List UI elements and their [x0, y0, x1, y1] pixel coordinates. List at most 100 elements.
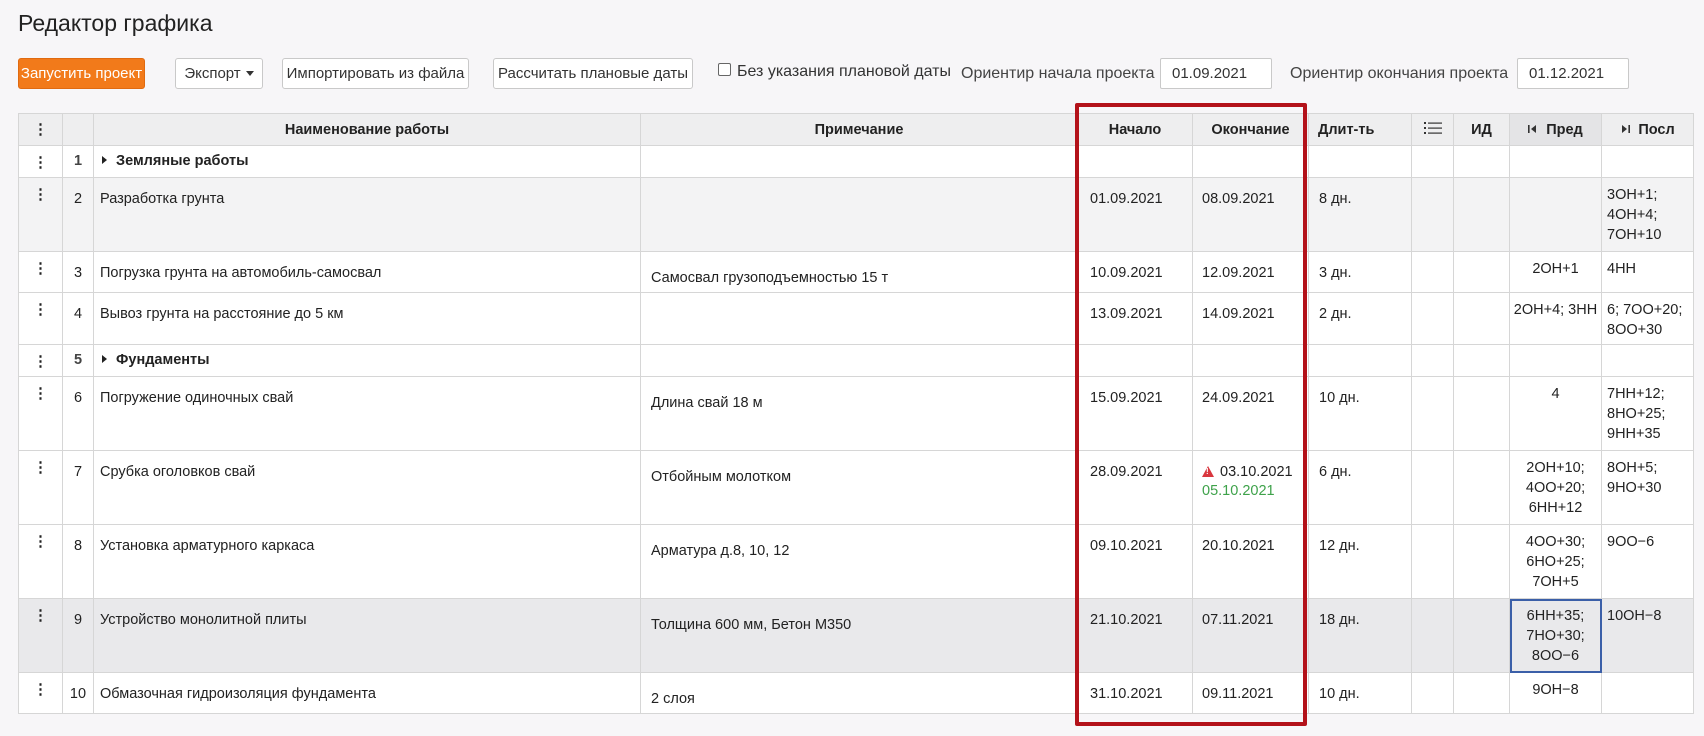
task-end[interactable]: 12.09.2021: [1192, 251, 1309, 293]
predecessor-link[interactable]: 6НН+12: [1510, 498, 1601, 518]
predecessor-link[interactable]: 4ОО+30;: [1510, 532, 1601, 552]
no-plan-date-checkbox[interactable]: [718, 62, 731, 76]
task-duration[interactable]: 8 дн.: [1308, 177, 1412, 252]
row-menu-icon[interactable]: ⋮: [18, 376, 63, 451]
table-row[interactable]: ⋮ 3 Погрузка грунта на автомобиль-самосвал…: [18, 251, 1694, 293]
task-start[interactable]: 01.09.2021: [1077, 177, 1193, 252]
task-id[interactable]: [1453, 145, 1510, 178]
task-successors[interactable]: [1601, 672, 1694, 714]
task-list-cell[interactable]: [1411, 292, 1454, 345]
task-end[interactable]: 07.11.2021: [1192, 598, 1309, 673]
task-successors[interactable]: [1601, 344, 1694, 377]
row-menu-icon[interactable]: ⋮: [18, 450, 63, 525]
table-row[interactable]: ⋮ 4 Вывоз грунта на расстояние до 5 км 13.0…: [18, 292, 1694, 345]
task-note[interactable]: 2 слоя: [640, 672, 1078, 714]
import-file-button[interactable]: Импортировать из файла: [282, 58, 469, 89]
task-successors[interactable]: 4НН: [1601, 251, 1694, 293]
task-start[interactable]: [1077, 145, 1193, 178]
no-plan-date-toggle[interactable]: Без указания плановой даты: [718, 62, 951, 81]
task-id[interactable]: [1453, 292, 1510, 345]
predecessor-link[interactable]: 8ОО−6: [1510, 646, 1601, 666]
task-start[interactable]: 31.10.2021: [1077, 672, 1193, 714]
task-end[interactable]: [1192, 145, 1309, 178]
task-name[interactable]: Устройство монолитной плиты: [93, 598, 641, 673]
header-name[interactable]: Наименование работы: [93, 113, 641, 146]
task-end[interactable]: 03.10.2021 05.10.2021: [1192, 450, 1309, 525]
calc-plan-dates-button[interactable]: Рассчитать плановые даты: [493, 58, 693, 89]
task-predecessors[interactable]: 2ОН+10; 4ОО+20; 6НН+12: [1509, 450, 1602, 525]
task-successors[interactable]: 7НН+12; 8НО+25; 9НН+35: [1601, 376, 1694, 451]
task-list-cell[interactable]: [1411, 672, 1454, 714]
header-start[interactable]: Начало: [1077, 113, 1193, 146]
task-predecessors[interactable]: 6НН+35; 7НО+30; 8ОО−6: [1509, 598, 1602, 673]
task-note[interactable]: [640, 177, 1078, 252]
task-name[interactable]: Срубка оголовков свай: [93, 450, 641, 525]
predecessor-link[interactable]: 2ОН+4; 3НН: [1510, 300, 1601, 320]
task-name[interactable]: Фундаменты: [93, 344, 641, 377]
task-successors[interactable]: 8ОН+5; 9НО+30: [1601, 450, 1694, 525]
predecessor-link[interactable]: 7ОН+5: [1510, 572, 1601, 592]
table-row[interactable]: ⋮ 6 Погружение одиночных свай Длина свай 18…: [18, 376, 1694, 451]
task-id[interactable]: [1453, 672, 1510, 714]
row-menu-icon[interactable]: ⋮: [18, 524, 63, 599]
task-note[interactable]: [640, 292, 1078, 345]
task-predecessors[interactable]: [1509, 177, 1602, 252]
task-id[interactable]: [1453, 251, 1510, 293]
task-predecessors[interactable]: 2ОН+1: [1509, 251, 1602, 293]
predecessor-link[interactable]: 6НО+25;: [1510, 552, 1601, 572]
task-name[interactable]: Погрузка грунта на автомобиль-самосвал: [93, 251, 641, 293]
row-menu-icon[interactable]: ⋮: [18, 145, 63, 178]
task-duration[interactable]: 10 дн.: [1308, 376, 1412, 451]
task-note[interactable]: [640, 145, 1078, 178]
task-name[interactable]: Обмазочная гидроизоляция фундамента: [93, 672, 641, 714]
task-end[interactable]: 24.09.2021: [1192, 376, 1309, 451]
task-list-cell[interactable]: [1411, 598, 1454, 673]
task-duration[interactable]: [1308, 145, 1412, 178]
task-list-cell[interactable]: [1411, 251, 1454, 293]
header-id[interactable]: ИД: [1453, 113, 1510, 146]
task-successors[interactable]: 9ОО−6: [1601, 524, 1694, 599]
task-predecessors[interactable]: [1509, 145, 1602, 178]
task-duration[interactable]: [1308, 344, 1412, 377]
task-list-cell[interactable]: [1411, 524, 1454, 599]
header-list[interactable]: [1411, 113, 1454, 146]
table-row[interactable]: ⋮ 9 Устройство монолитной плиты Толщина 600…: [18, 598, 1694, 673]
task-id[interactable]: [1453, 598, 1510, 673]
header-note[interactable]: Примечание: [640, 113, 1078, 146]
task-duration[interactable]: 10 дн.: [1308, 672, 1412, 714]
task-predecessors[interactable]: 2ОН+4; 3НН: [1509, 292, 1602, 345]
group-row[interactable]: ⋮ 1 Земляные работы: [18, 145, 1694, 178]
table-row[interactable]: ⋮ 8 Установка арматурного каркаса Арматура …: [18, 524, 1694, 599]
task-successors[interactable]: 6; 7ОО+20; 8ОО+30: [1601, 292, 1694, 345]
task-name[interactable]: Земляные работы: [93, 145, 641, 178]
task-list-cell[interactable]: [1411, 145, 1454, 178]
header-menu-icon[interactable]: ⋮: [18, 113, 63, 146]
table-row[interactable]: ⋮ 2 Разработка грунта 01.09.2021 08.09.2021 8…: [18, 177, 1694, 252]
task-name[interactable]: Разработка грунта: [93, 177, 641, 252]
predecessor-link[interactable]: 2ОН+10;: [1510, 458, 1601, 478]
header-duration[interactable]: Длит-ть: [1308, 113, 1412, 146]
task-id[interactable]: [1453, 344, 1510, 377]
task-duration[interactable]: 2 дн.: [1308, 292, 1412, 345]
task-duration[interactable]: 3 дн.: [1308, 251, 1412, 293]
table-row[interactable]: ⋮ 10 Обмазочная гидроизоляция фундамента 2 …: [18, 672, 1694, 714]
task-predecessors[interactable]: 4: [1509, 376, 1602, 451]
task-duration[interactable]: 12 дн.: [1308, 524, 1412, 599]
task-end[interactable]: [1192, 344, 1309, 377]
predecessor-link[interactable]: 4ОО+20;: [1510, 478, 1601, 498]
row-menu-icon[interactable]: ⋮: [18, 344, 63, 377]
task-end[interactable]: 20.10.2021: [1192, 524, 1309, 599]
header-end[interactable]: Окончание: [1192, 113, 1309, 146]
task-end[interactable]: 08.09.2021: [1192, 177, 1309, 252]
task-name[interactable]: Погружение одиночных свай: [93, 376, 641, 451]
task-successors[interactable]: [1601, 145, 1694, 178]
task-duration[interactable]: 6 дн.: [1308, 450, 1412, 525]
task-end[interactable]: 14.09.2021: [1192, 292, 1309, 345]
task-predecessors[interactable]: 4ОО+30; 6НО+25; 7ОН+5: [1509, 524, 1602, 599]
task-id[interactable]: [1453, 524, 1510, 599]
task-id[interactable]: [1453, 450, 1510, 525]
task-predecessors[interactable]: [1509, 344, 1602, 377]
row-menu-icon[interactable]: ⋮: [18, 672, 63, 714]
task-note[interactable]: Толщина 600 мм, Бетон М350: [640, 598, 1078, 673]
task-list-cell[interactable]: [1411, 450, 1454, 525]
